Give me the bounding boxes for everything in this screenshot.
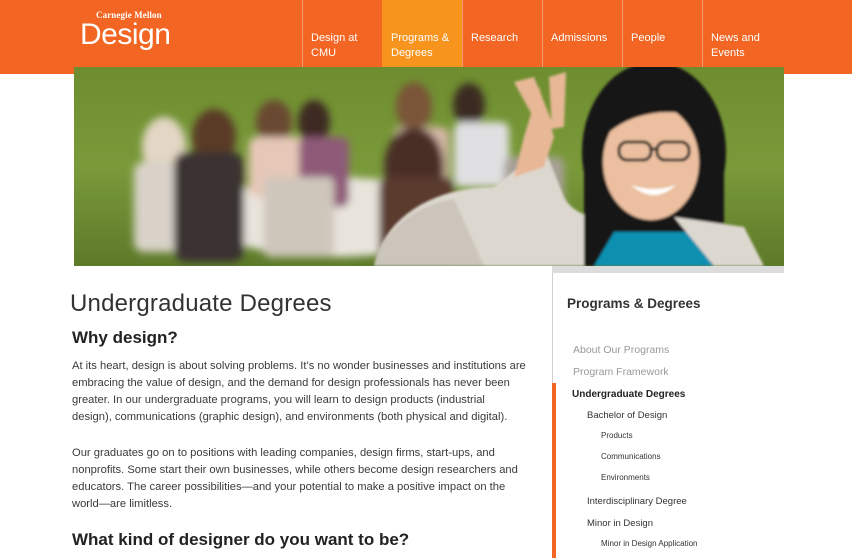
graduates-paragraph: Our graduates go on to positions with le…: [72, 447, 518, 510]
sidebar-item-communications[interactable]: Communications: [601, 452, 661, 461]
sidebar-item-interdisciplinary-degree[interactable]: Interdisciplinary Degree: [587, 496, 687, 507]
sidebar-title: Programs & Degrees: [567, 296, 701, 311]
page-title: Undergraduate Degrees: [70, 290, 332, 317]
nav-people[interactable]: People: [622, 0, 702, 67]
sidebar-item-minor-in-design[interactable]: Minor in Design: [587, 518, 653, 529]
sidebar-item-about-our-programs[interactable]: About Our Programs: [573, 344, 669, 356]
nav-design-at-cmu[interactable]: Design at CMU: [302, 0, 382, 67]
hero-photo-students-outdoors: [74, 67, 784, 266]
section-heading-why-design: Why design?: [72, 328, 178, 347]
sidebar-active-indicator: [552, 383, 556, 558]
nav-news-events[interactable]: News and Events: [702, 0, 784, 67]
section-heading-what-kind: What kind of designer do you want to be?: [72, 530, 410, 549]
cmu-design-logo[interactable]: Carnegie Mellon Design: [80, 10, 171, 51]
hero-image: [74, 67, 784, 266]
nav-programs-degrees[interactable]: Programs & Degrees: [382, 0, 462, 67]
nav-research[interactable]: Research: [462, 0, 542, 67]
sidebar-top-border: [552, 266, 784, 273]
sidebar-item-products[interactable]: Products: [601, 431, 633, 440]
logo-design-text: Design: [80, 18, 171, 51]
intro-paragraph: At its heart, design is about solving pr…: [72, 360, 526, 423]
sidebar-item-program-framework[interactable]: Program Framework: [573, 366, 669, 378]
nav-admissions[interactable]: Admissions: [542, 0, 622, 67]
sidebar-item-bachelor-of-design[interactable]: Bachelor of Design: [587, 410, 667, 421]
sidebar-item-undergraduate-degrees[interactable]: Undergraduate Degrees: [572, 389, 685, 400]
sidebar-item-environments[interactable]: Environments: [601, 473, 650, 482]
sidebar-item-minor-in-design-application[interactable]: Minor in Design Application: [601, 539, 698, 548]
